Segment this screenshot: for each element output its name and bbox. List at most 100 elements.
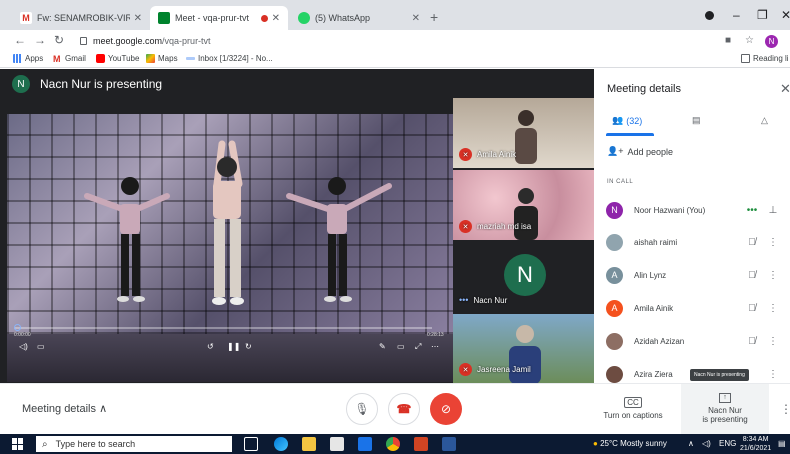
bookmark-star-icon[interactable]: ☆: [745, 35, 754, 46]
windows-start-icon[interactable]: [12, 438, 24, 450]
participant-tile[interactable]: N ••• Nacn Nur: [453, 242, 594, 312]
profile-initial: N: [768, 37, 775, 46]
speaking-indicator-icon: •••: [746, 204, 758, 216]
file-explorer-icon[interactable]: [302, 437, 316, 451]
chrome-icon[interactable]: [386, 437, 400, 451]
notifications-icon[interactable]: ▤: [778, 439, 786, 448]
bookmark-youtube[interactable]: YouTube: [96, 54, 139, 63]
bookmark-label: Inbox [1/3224] - No...: [198, 54, 273, 63]
microphone-button[interactable]: 🎙: [346, 393, 378, 425]
tab-activities[interactable]: △: [761, 115, 768, 126]
participant-row[interactable]: A Amila Ainik 🎙̸ ⋮: [606, 293, 790, 323]
reading-list[interactable]: Reading li: [741, 54, 789, 63]
window-close-icon[interactable]: ✕: [781, 8, 790, 22]
video-progress-bar[interactable]: [14, 324, 432, 331]
task-view-icon[interactable]: [244, 437, 258, 451]
more-options-icon[interactable]: ⋮: [766, 270, 780, 281]
tile-name: Nacn Nur: [473, 295, 508, 305]
pin-icon[interactable]: ⊥: [766, 205, 780, 216]
participant-tile[interactable]: ✕ Jasreena Jamil: [453, 314, 594, 383]
more-options-icon[interactable]: ⋮: [766, 336, 780, 347]
tab-people[interactable]: 👥 (32): [612, 115, 642, 126]
volume-icon[interactable]: ◁): [702, 439, 711, 448]
video-scrubber[interactable]: [14, 324, 21, 331]
tab-meet[interactable]: Meet - vqa-prur-tvt ✕: [150, 6, 288, 30]
reload-icon[interactable]: ↻: [54, 33, 64, 47]
participant-row[interactable]: N Noor Hazwani (You) ••• ⊥: [606, 195, 790, 225]
fullscreen-icon[interactable]: ⤢: [415, 342, 421, 352]
screen-icon[interactable]: ▭: [397, 342, 405, 351]
profile-indicator-icon[interactable]: [705, 11, 714, 20]
in-call-heading: IN CALL: [607, 179, 634, 185]
taskbar-clock[interactable]: 8:34 AM 21/6/2021: [740, 435, 771, 453]
volume-icon[interactable]: ◁): [19, 342, 28, 351]
participant-avatar: A: [606, 299, 623, 317]
presenting-button[interactable]: ↑ Nacn Nur is presenting: [681, 384, 769, 435]
video-more-icon[interactable]: ⋯: [431, 342, 439, 351]
address-row: ← → ↻ meet.google.com/vqa-prur-tvt ■ ☆: [0, 30, 790, 52]
tab-whatsapp[interactable]: (5) WhatsApp ✕: [290, 6, 428, 30]
activities-icon: △: [761, 115, 768, 125]
profile-avatar[interactable]: N: [765, 35, 778, 48]
more-options-icon[interactable]: ⋮: [766, 237, 780, 248]
more-options-icon[interactable]: ⋮: [766, 303, 780, 314]
captions-button[interactable]: CC Turn on captions: [598, 397, 668, 420]
back-icon[interactable]: ←: [14, 33, 26, 47]
close-icon[interactable]: ✕: [412, 13, 420, 24]
pen-icon[interactable]: ✎: [379, 342, 386, 351]
bookmark-maps[interactable]: Maps: [146, 54, 178, 63]
tray-chevron-icon[interactable]: ∧: [688, 439, 694, 448]
tab-chat[interactable]: ▤: [692, 115, 701, 126]
add-people-button[interactable]: 👤+ Add people: [607, 146, 673, 157]
participant-row[interactable]: Azidah Azizan 🎙̸ ⋮: [606, 326, 790, 356]
tab-gmail[interactable]: M Fw: SENAMROBIK-VIRTUAL FIT N ✕: [12, 6, 150, 30]
participant-row[interactable]: A Alin Lynz 🎙̸ ⋮: [606, 260, 790, 290]
taskbar-search[interactable]: ⌕ Type here to search: [36, 436, 232, 452]
close-icon[interactable]: ✕: [134, 13, 142, 24]
more-options-icon[interactable]: ⋮: [780, 402, 790, 416]
close-icon[interactable]: ✕: [780, 81, 790, 97]
participant-tile[interactable]: ✕ Amila Ainik: [453, 98, 594, 168]
store-icon[interactable]: [330, 437, 344, 451]
forward-icon[interactable]: ↻: [245, 342, 252, 351]
word-icon[interactable]: [442, 437, 456, 451]
rewind-icon[interactable]: ↺: [207, 342, 214, 351]
people-icon: 👥: [612, 115, 624, 125]
shared-screen-video[interactable]: 0:00:00 0:28:13 ◁) ▭ ↺ ❚❚ ↻ ✎ ▭ ⤢ ⋯: [7, 114, 453, 382]
minimize-icon[interactable]: –: [733, 8, 740, 22]
more-options-icon[interactable]: ⋮: [766, 369, 780, 380]
chevron-up-icon: ∧: [99, 403, 108, 415]
bookmark-apps[interactable]: Apps: [13, 54, 43, 63]
tile-name: mazriah md isa: [477, 222, 532, 231]
bookmark-gmail[interactable]: M Gmail: [53, 54, 86, 64]
add-person-icon: 👤+: [607, 146, 624, 156]
mail-icon[interactable]: [358, 437, 372, 451]
mic-off-icon: ✕: [459, 148, 472, 161]
meeting-details-button[interactable]: Meeting details ∧: [22, 402, 107, 415]
powerpoint-icon[interactable]: [414, 437, 428, 451]
youtube-icon: [96, 54, 105, 63]
leave-call-button[interactable]: ☎: [388, 393, 420, 425]
url-bar[interactable]: meet.google.com/vqa-prur-tvt: [80, 32, 710, 50]
new-tab-button[interactable]: +: [430, 9, 438, 25]
weather-widget[interactable]: ● 25°C Mostly sunny: [593, 439, 667, 448]
presenting-tooltip: Nacn Nur is presenting: [690, 369, 749, 381]
edge-icon[interactable]: [274, 437, 288, 451]
close-icon[interactable]: ✕: [272, 13, 280, 24]
camera-in-use-icon[interactable]: ■: [725, 35, 731, 46]
bookmark-inbox[interactable]: Inbox [1/3224] - No...: [186, 54, 273, 63]
speaking-indicator-icon: •••: [459, 295, 469, 305]
pause-icon[interactable]: ❚❚: [227, 342, 240, 351]
forward-icon[interactable]: →: [34, 33, 46, 47]
bookmark-label: Apps: [25, 54, 44, 63]
participant-row[interactable]: aishah raimi 🎙̸ ⋮: [606, 227, 790, 257]
restore-icon[interactable]: ❐: [757, 8, 768, 22]
subtitles-icon[interactable]: ▭: [37, 342, 45, 351]
tile-label: ✕ Jasreena Jamil: [459, 363, 531, 376]
language-indicator[interactable]: ENG: [719, 439, 736, 448]
camera-off-button[interactable]: ⊘: [430, 393, 462, 425]
mic-off-icon: ✕: [459, 220, 472, 233]
meeting-details-label: Meeting details: [22, 403, 96, 415]
dancer-right-figure: [286, 177, 392, 302]
participant-tile[interactable]: ✕ mazriah md isa: [453, 170, 594, 240]
